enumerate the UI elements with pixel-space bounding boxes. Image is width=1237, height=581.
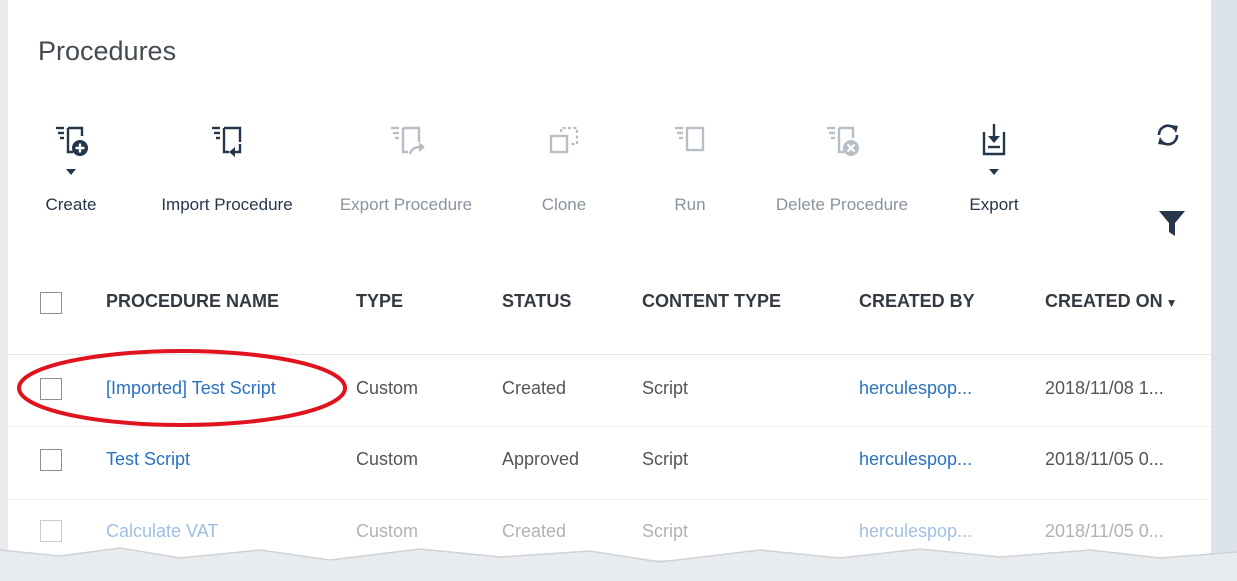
type-cell: Custom <box>356 378 419 398</box>
column-header-type[interactable]: TYPE <box>356 291 403 312</box>
status-cell: Created <box>502 378 567 398</box>
export-button[interactable]: Export <box>958 108 1030 223</box>
row-checkbox[interactable] <box>40 378 62 400</box>
filter-icon[interactable] <box>1157 208 1187 238</box>
type-cell: Custom <box>356 521 419 541</box>
import-procedure-label: Import Procedure <box>161 195 293 214</box>
chevron-down-icon <box>989 169 999 175</box>
table-row[interactable]: Test Script Custom Approved Script hercu… <box>8 427 1211 500</box>
delete-procedure-label: Delete Procedure <box>775 195 909 214</box>
clone-button[interactable]: Clone <box>526 108 602 223</box>
column-header-content-type[interactable]: CONTENT TYPE <box>642 291 781 312</box>
procedure-name-link[interactable]: [Imported] Test Script <box>106 378 276 399</box>
page-title: Procedures <box>38 36 177 66</box>
clone-label: Clone <box>541 195 587 214</box>
clone-icon <box>549 126 579 154</box>
row-checkbox[interactable] <box>40 520 62 542</box>
sort-desc-icon: ▼ <box>1165 296 1178 310</box>
row-checkbox[interactable] <box>40 449 62 471</box>
created-by-link[interactable]: herculespop... <box>859 449 972 470</box>
table-header: PROCEDURE NAME TYPE STATUS CONTENT TYPE … <box>8 270 1211 355</box>
content-type-cell: Script <box>642 521 689 541</box>
column-header-created-on-label: CREATED ON <box>1045 291 1163 311</box>
content-type-cell: Script <box>642 378 689 398</box>
content-type-cell: Script <box>642 449 689 469</box>
delete-procedure-button[interactable]: Delete Procedure <box>762 108 922 223</box>
created-by-link[interactable]: herculespop... <box>859 521 972 542</box>
column-header-status[interactable]: STATUS <box>502 291 571 312</box>
chevron-down-icon <box>66 169 76 175</box>
created-by-link[interactable]: herculespop... <box>859 378 972 399</box>
import-procedure-icon <box>212 126 242 157</box>
status-cell: Approved <box>502 449 580 469</box>
status-cell: Created <box>502 521 567 541</box>
refresh-icon[interactable] <box>1153 120 1183 150</box>
create-label: Create <box>45 195 97 214</box>
select-all-checkbox[interactable] <box>40 292 62 314</box>
table-row[interactable]: [Imported] Test Script Custom Created Sc… <box>8 354 1211 427</box>
export-label: Export <box>969 195 1019 214</box>
column-header-created-by[interactable]: CREATED BY <box>859 291 975 312</box>
torn-edge <box>0 547 1237 581</box>
export-procedure-button[interactable]: Export Procedure <box>326 108 486 223</box>
procedures-panel: Procedures Create Import Procedure Expor… <box>8 0 1212 573</box>
scrollbar-area <box>1212 0 1237 581</box>
run-button[interactable]: Run <box>658 108 722 223</box>
column-header-procedure-name[interactable]: PROCEDURE NAME <box>106 291 279 312</box>
created-on-cell: 2018/11/05 0... <box>1045 449 1164 469</box>
created-on-cell: 2018/11/05 0... <box>1045 521 1164 541</box>
create-button[interactable]: Create <box>26 108 116 223</box>
import-procedure-button[interactable]: Import Procedure <box>146 108 308 223</box>
create-procedure-icon <box>56 126 88 156</box>
delete-procedure-icon <box>827 126 859 156</box>
procedure-name-link[interactable]: Calculate VAT <box>106 521 218 542</box>
download-icon <box>982 124 1006 156</box>
export-procedure-label: Export Procedure <box>339 195 473 214</box>
column-header-created-on[interactable]: CREATED ON ▼ <box>1045 291 1178 312</box>
run-icon <box>675 126 705 152</box>
run-label: Run <box>674 195 706 214</box>
type-cell: Custom <box>356 449 419 469</box>
export-procedure-icon <box>391 126 425 155</box>
created-on-cell: 2018/11/08 1... <box>1045 378 1164 398</box>
procedure-name-link[interactable]: Test Script <box>106 449 190 470</box>
toolbar: Create Import Procedure Export Procedure… <box>8 108 1068 228</box>
